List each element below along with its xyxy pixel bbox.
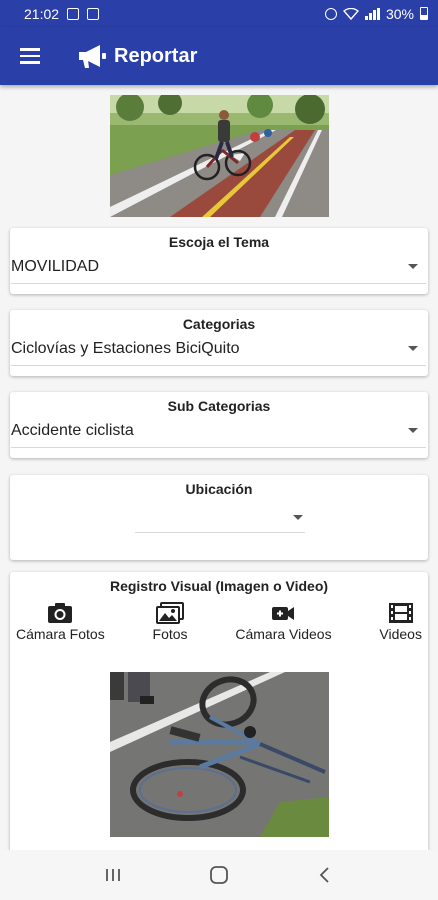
gallery-notification-icon bbox=[67, 7, 80, 20]
videos-label: Videos bbox=[379, 626, 422, 642]
photo-gallery-icon bbox=[156, 602, 185, 624]
categorias-select[interactable]: Ciclovías y Estaciones BiciQuito bbox=[11, 332, 426, 366]
camera-icon bbox=[48, 603, 73, 623]
photos-label: Fotos bbox=[152, 626, 188, 642]
evidence-image[interactable] bbox=[110, 672, 329, 837]
sub-categorias-value: Accidente ciclista bbox=[11, 421, 134, 439]
camera-videos-button[interactable]: Cámara Videos bbox=[235, 602, 332, 642]
hamburger-menu-icon bbox=[20, 46, 40, 66]
dropdown-arrow-icon bbox=[408, 428, 418, 433]
tema-title: Escoja el Tema bbox=[168, 234, 270, 250]
tema-value: MOVILIDAD bbox=[11, 257, 100, 275]
photos-button[interactable]: Fotos bbox=[153, 602, 188, 642]
megaphone-icon bbox=[76, 40, 108, 72]
registro-visual-title: Registro Visual (Imagen o Video) bbox=[109, 578, 329, 594]
back-button[interactable] bbox=[305, 855, 345, 895]
report-form[interactable]: Escoja el Tema MOVILIDAD Categorias Cicl… bbox=[0, 85, 438, 850]
categorias-title: Categorias bbox=[182, 316, 256, 332]
dropdown-arrow-icon bbox=[293, 515, 303, 520]
notification-icon bbox=[87, 7, 100, 20]
sub-categorias-select[interactable]: Accidente ciclista bbox=[11, 414, 426, 448]
ubicacion-card: Ubicación bbox=[10, 475, 428, 560]
videos-button[interactable]: Videos bbox=[379, 602, 422, 642]
menu-button[interactable] bbox=[2, 27, 58, 85]
app-bar: Reportar bbox=[0, 27, 438, 85]
ubicacion-select[interactable] bbox=[135, 505, 305, 533]
dropdown-arrow-icon bbox=[408, 264, 418, 269]
camera-photos-button[interactable]: Cámara Fotos bbox=[16, 602, 105, 642]
status-bar: 21:02 30% bbox=[0, 0, 438, 27]
back-icon bbox=[319, 867, 329, 883]
sub-categorias-card: Sub Categorias Accidente ciclista bbox=[10, 392, 428, 458]
status-time: 21:02 bbox=[24, 5, 60, 22]
film-icon bbox=[388, 603, 413, 623]
dropdown-arrow-icon bbox=[408, 346, 418, 351]
alarm-icon bbox=[324, 7, 337, 20]
categorias-card: Categorias Ciclovías y Estaciones BiciQu… bbox=[10, 310, 428, 376]
home-button[interactable] bbox=[199, 855, 239, 895]
recent-apps-button[interactable] bbox=[93, 855, 133, 895]
camera-photos-label: Cámara Fotos bbox=[16, 626, 105, 642]
tema-card: Escoja el Tema MOVILIDAD bbox=[10, 228, 428, 294]
header-image bbox=[110, 95, 329, 217]
page-title: Reportar bbox=[114, 44, 198, 67]
registro-visual-card: Registro Visual (Imagen o Video) Cámara … bbox=[10, 572, 428, 850]
system-nav-bar bbox=[0, 850, 438, 900]
home-icon bbox=[210, 866, 228, 884]
ubicacion-title: Ubicación bbox=[185, 481, 253, 497]
recent-apps-icon bbox=[106, 869, 120, 881]
sub-categorias-title: Sub Categorias bbox=[167, 398, 271, 414]
tema-select[interactable]: MOVILIDAD bbox=[11, 250, 426, 284]
battery-icon bbox=[420, 7, 428, 20]
battery-percent: 30% bbox=[385, 5, 414, 22]
signal-icon bbox=[364, 7, 380, 20]
media-buttons: Cámara Fotos Fotos Cámara Videos Videos bbox=[10, 594, 428, 642]
video-camera-icon bbox=[272, 607, 295, 620]
categorias-value: Ciclovías y Estaciones BiciQuito bbox=[11, 339, 240, 357]
camera-videos-label: Cámara Videos bbox=[235, 626, 332, 642]
wifi-icon bbox=[342, 7, 359, 20]
